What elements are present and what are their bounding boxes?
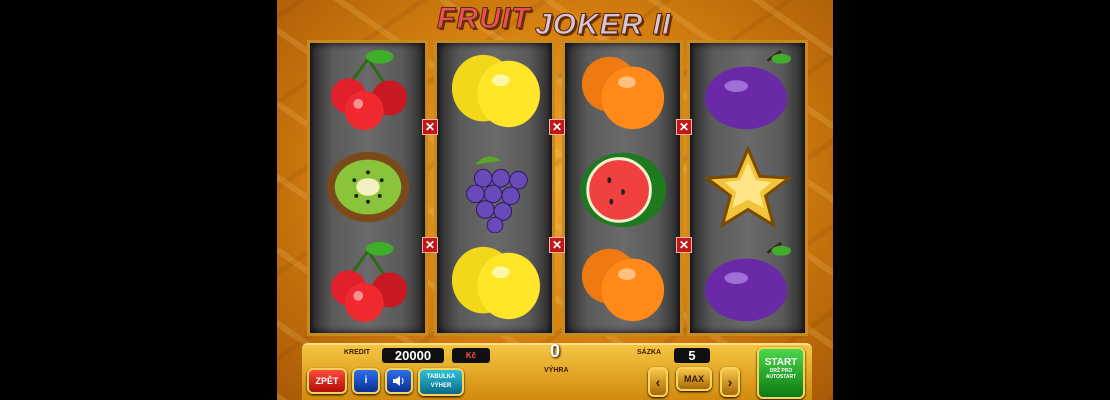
orange-symbol <box>565 236 680 332</box>
max-bet-button[interactable]: MAX <box>676 367 712 391</box>
reel-4 <box>687 40 808 336</box>
payline-marker: ✕ <box>676 119 692 135</box>
bet-increase-button[interactable]: › <box>720 367 740 397</box>
reel-1 <box>307 40 428 336</box>
bet-display: 5 <box>674 348 710 363</box>
game-logo-joker: JOKER II <box>534 8 672 42</box>
reel-2 <box>434 40 555 336</box>
watermelon-symbol <box>565 140 680 236</box>
sound-button[interactable] <box>385 368 413 394</box>
reel-3 <box>562 40 683 336</box>
start-label: START <box>764 357 798 368</box>
paytable-label-1: TABULKA <box>426 374 456 380</box>
bet-label: SÁZKA <box>637 349 662 356</box>
lemon-symbol <box>437 44 552 140</box>
bet-decrease-button[interactable]: ‹ <box>648 367 668 397</box>
kiwi-symbol <box>310 140 425 236</box>
info-button[interactable]: i <box>352 368 380 394</box>
orange-symbol <box>565 44 680 140</box>
back-button[interactable]: ZPĚT <box>307 368 347 394</box>
paytable-button[interactable]: TABULKA VÝHER <box>418 368 464 396</box>
cherries-symbol <box>310 236 425 332</box>
chevron-right-icon: › <box>727 374 733 390</box>
slot-game: FRUIT JOKER II ✕ ✕ ✕ ✕ ✕ ✕ KREDIT 20000 … <box>277 0 833 400</box>
grapes-symbol <box>437 140 552 236</box>
cherries-symbol <box>310 44 425 140</box>
chevron-left-icon: ‹ <box>655 374 661 390</box>
speaker-icon <box>393 375 404 386</box>
game-logo-fruit: FRUIT <box>436 2 531 36</box>
currency-display: Kč <box>452 348 490 363</box>
control-panel: KREDIT 20000 Kč ZPĚT i TABULKA VÝHER 0 V… <box>302 341 812 400</box>
start-button[interactable]: START DRŽ PRO AUTOSTART <box>757 347 805 399</box>
credit-label: KREDIT <box>344 349 371 356</box>
plum-symbol <box>690 236 805 332</box>
payline-marker: ✕ <box>549 237 565 253</box>
start-sub-2: AUTOSTART <box>765 374 797 380</box>
payline-marker: ✕ <box>549 119 565 135</box>
credit-display: 20000 <box>382 348 444 363</box>
lemon-symbol <box>437 236 552 332</box>
win-label: VÝHRA <box>544 367 569 374</box>
payline-marker: ✕ <box>422 119 438 135</box>
paytable-label-2: VÝHER <box>430 383 452 389</box>
plum-symbol <box>690 44 805 140</box>
star-symbol <box>690 140 805 236</box>
win-value: 0 <box>550 341 561 361</box>
payline-marker: ✕ <box>676 237 692 253</box>
payline-marker: ✕ <box>422 237 438 253</box>
